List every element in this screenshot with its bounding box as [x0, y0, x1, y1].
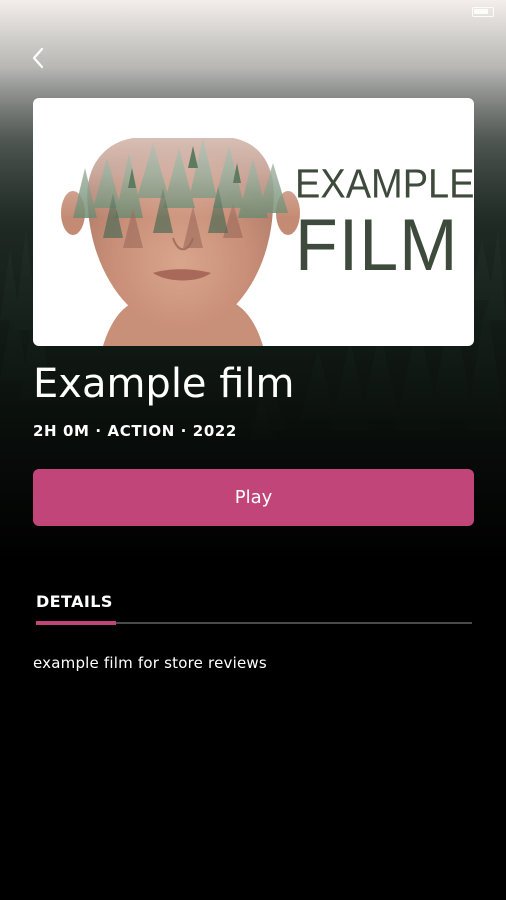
- movie-description: example film for store reviews: [33, 654, 267, 672]
- movie-title: Example film: [33, 361, 295, 407]
- poster-title-line1: EXAMPLE: [295, 161, 474, 208]
- poster-title: EXAMPLE FILM: [295, 161, 474, 282]
- tab-active-indicator: [36, 621, 116, 625]
- movie-meta: 2H 0M · ACTION · 2022: [33, 422, 237, 440]
- back-button[interactable]: [22, 42, 54, 74]
- chevron-left-icon: [32, 47, 44, 69]
- status-bar: [0, 0, 506, 26]
- tab-details[interactable]: DETAILS: [36, 592, 113, 611]
- poster-title-line2: FILM: [295, 203, 459, 286]
- play-button[interactable]: Play: [33, 469, 474, 526]
- movie-poster: EXAMPLE FILM: [33, 98, 474, 346]
- tab-bar: DETAILS: [33, 588, 474, 628]
- battery-icon: [472, 7, 494, 17]
- movie-detail-screen: EXAMPLE FILM Example film 2H 0M · ACTION…: [0, 0, 506, 900]
